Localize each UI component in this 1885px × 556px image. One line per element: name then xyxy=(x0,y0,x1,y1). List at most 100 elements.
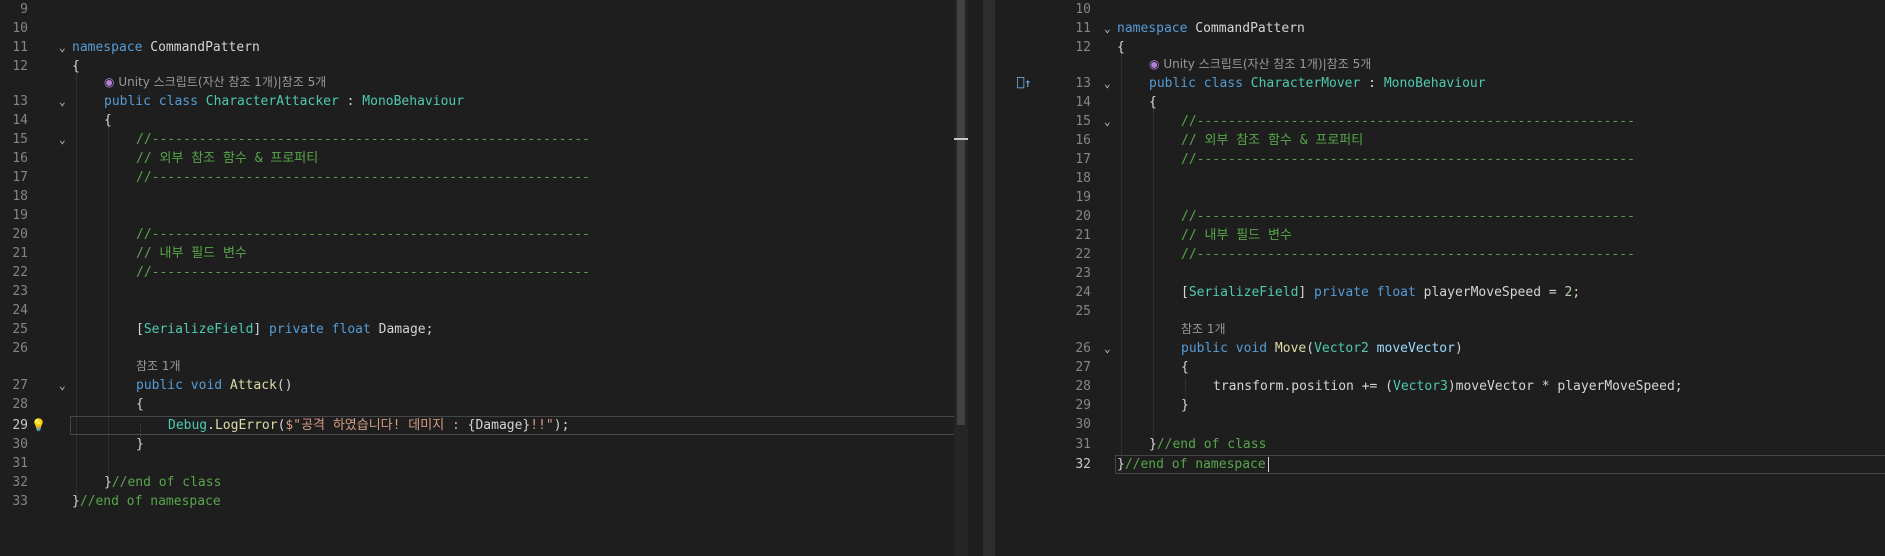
code-line[interactable]: 28 transform.position += (Vector3)moveVec… xyxy=(1015,377,1885,396)
line-number: 23 xyxy=(12,284,28,299)
code-line[interactable]: 19 xyxy=(1015,188,1885,207)
line-number: 22 xyxy=(12,265,28,280)
base-class-name: MonoBehaviour xyxy=(362,94,465,109)
line-number: 20 xyxy=(12,227,28,242)
string-literal: $"공격 하였습니다! 데미지 : xyxy=(285,418,468,433)
code-line[interactable]: 15 ⌄ //-----------------------------------… xyxy=(0,130,968,149)
text-caret xyxy=(1267,457,1269,472)
class-name: CharacterMover xyxy=(1242,76,1361,91)
comment: //--------------------------------------… xyxy=(1181,114,1635,129)
class-name: CharacterAttacker xyxy=(197,94,339,109)
left-code-editor[interactable]: 9 10 11 ⌄ namespace CommandPattern 12 { ◉ U… xyxy=(0,0,968,556)
code-text: } xyxy=(136,437,144,452)
code-line[interactable]: 11 ⌄ namespace CommandPattern xyxy=(0,38,968,57)
code-line[interactable]: 17 //------------------------------------… xyxy=(1015,150,1885,169)
code-line[interactable]: 17 //------------------------------------… xyxy=(0,168,968,187)
code-line[interactable]: 10 xyxy=(0,19,968,38)
line-number: 32 xyxy=(1075,457,1091,472)
code-line[interactable]: 20 //------------------------------------… xyxy=(0,225,968,244)
code-line[interactable]: 21 // 내부 필드 변수 xyxy=(1015,226,1885,245)
lightbulb-icon[interactable]: 💡 xyxy=(31,416,46,435)
code-line[interactable]: 27 { xyxy=(1015,358,1885,377)
codelens-label: Unity 스크립트(자산 참조 1개)|참조 5개 xyxy=(118,75,327,89)
code-line[interactable]: 24 xyxy=(0,301,968,320)
unity-icon: ◉ xyxy=(104,75,115,89)
code-line[interactable]: 14 { xyxy=(0,111,968,130)
code-line[interactable]: 16 // 외부 참조 함수 & 프로퍼티 xyxy=(1015,131,1885,150)
code-line[interactable]: 19 xyxy=(0,206,968,225)
fold-chevron-icon[interactable]: ⌄ xyxy=(1104,112,1111,131)
code-line[interactable]: 21 // 내부 필드 변수 xyxy=(0,244,968,263)
code-line[interactable]: 26 xyxy=(0,339,968,358)
code-line[interactable]: 27 ⌄ public void Attack() xyxy=(0,376,968,395)
fold-chevron-icon[interactable]: ⌄ xyxy=(59,38,66,57)
code-line[interactable]: 12 { xyxy=(1015,38,1885,57)
code-line[interactable]: 29} xyxy=(1015,396,1885,415)
base-class-name: MonoBehaviour xyxy=(1383,76,1486,91)
code-line[interactable]: 31 xyxy=(0,454,968,473)
code-line[interactable]: 25 [SerializeField] private float Damage; xyxy=(0,320,968,339)
line-number: 21 xyxy=(1075,228,1091,243)
scrollbar-thumb[interactable] xyxy=(957,0,965,425)
method-name: LogError xyxy=(214,418,278,433)
code-line[interactable]: 16 // 외부 참조 함수 & 프로퍼티 xyxy=(0,149,968,168)
line-number: 33 xyxy=(12,494,28,509)
code-text: { xyxy=(104,113,112,128)
code-line[interactable]: 23 xyxy=(0,282,968,301)
comment: // 외부 참조 함수 & 프로퍼티 xyxy=(1181,133,1364,148)
fold-chevron-icon[interactable]: ⌄ xyxy=(1104,19,1111,38)
codelens-class-references[interactable]: ◉ Unity 스크립트(자산 참조 1개)|참조 5개 xyxy=(104,73,326,92)
right-code-editor[interactable]: 10 11 ⌄ namespace CommandPattern 12 { ◉ Uni… xyxy=(1015,0,1885,556)
line-number: 19 xyxy=(1075,190,1091,205)
fold-chevron-icon[interactable]: ⌄ xyxy=(59,130,66,149)
vertical-scrollbar[interactable] xyxy=(954,0,968,556)
codelens-label: Unity 스크립트(자산 참조 1개)|참조 5개 xyxy=(1163,57,1372,71)
line-number: 21 xyxy=(12,246,28,261)
comment: //--------------------------------------… xyxy=(136,132,590,147)
code-line[interactable]: ⎕↑ 13 ⌄ public class CharacterMover : MonoB… xyxy=(1015,74,1885,93)
keyword: public class xyxy=(1149,76,1243,91)
codelens-method-references[interactable]: 참조 1개 xyxy=(1181,320,1226,339)
line-number: 22 xyxy=(1075,247,1091,262)
code-line[interactable]: 14 { xyxy=(1015,93,1885,112)
line-number: 32 xyxy=(12,475,28,490)
code-line[interactable]: 11 ⌄ namespace CommandPattern xyxy=(1015,19,1885,38)
code-line[interactable]: 22 //------------------------------------… xyxy=(1015,245,1885,264)
code-text: } xyxy=(1117,457,1125,472)
code-line[interactable]: 20 //------------------------------------… xyxy=(1015,207,1885,226)
codelens-method-references[interactable]: 참조 1개 xyxy=(136,357,181,376)
inherited-member-icon[interactable]: ⎕↑ xyxy=(1017,74,1031,93)
code-line[interactable]: 15 ⌄ //-----------------------------------… xyxy=(1015,112,1885,131)
code-line[interactable]: 9 xyxy=(0,0,968,19)
codelens-class-references[interactable]: ◉ Unity 스크립트(자산 참조 1개)|참조 5개 xyxy=(1149,55,1371,74)
code-text: ; xyxy=(1572,285,1581,300)
code-line[interactable]: 32}//end of namespace xyxy=(1015,455,1885,474)
code-line[interactable]: 24 [SerializeField] private float playerM… xyxy=(1015,283,1885,302)
line-number: 14 xyxy=(12,113,28,128)
code-line[interactable]: 30} xyxy=(0,435,968,454)
fold-chevron-icon[interactable]: ⌄ xyxy=(59,376,66,395)
pane-splitter[interactable] xyxy=(983,0,995,556)
code-line[interactable]: 28 { xyxy=(0,395,968,414)
code-line[interactable]: 18 xyxy=(0,187,968,206)
code-line[interactable]: 25 xyxy=(1015,302,1885,321)
code-line[interactable]: 23 xyxy=(1015,264,1885,283)
code-line[interactable]: 13 ⌄ public class CharacterAttacker : Mono… xyxy=(0,92,968,111)
code-line[interactable]: 33}//end of namespace xyxy=(0,492,968,511)
line-number: 23 xyxy=(1075,266,1091,281)
code-line[interactable]: 32}//end of class xyxy=(0,473,968,492)
code-line[interactable]: 30 xyxy=(1015,415,1885,434)
code-line[interactable]: 18 xyxy=(1015,169,1885,188)
code-line[interactable]: 10 xyxy=(1015,0,1885,19)
code-line[interactable]: 22 //------------------------------------… xyxy=(0,263,968,282)
comment: //end of class xyxy=(111,475,222,490)
code-text: )moveVector * playerMoveSpeed; xyxy=(1447,379,1683,394)
line-number: 29 xyxy=(1075,398,1091,413)
fold-chevron-icon[interactable]: ⌄ xyxy=(1104,74,1111,93)
fold-chevron-icon[interactable]: ⌄ xyxy=(1104,339,1111,358)
code-text: { xyxy=(72,59,80,74)
code-line[interactable]: 31}//end of class xyxy=(1015,435,1885,454)
fold-chevron-icon[interactable]: ⌄ xyxy=(59,92,66,111)
code-line[interactable]: 26 ⌄ public void Move(Vector2 moveVector) xyxy=(1015,339,1885,358)
code-line[interactable]: 29 💡 Debug.LogError($"공격 하였습니다! 데미지 : {Dam… xyxy=(0,416,968,435)
